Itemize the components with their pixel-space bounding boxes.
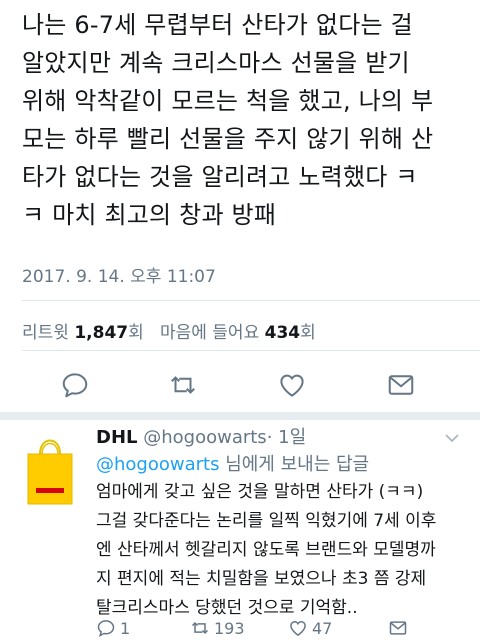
like-stat-label: 마음에 들어요	[159, 323, 260, 343]
reply-like-count: 47	[312, 618, 333, 638]
reply-retweet-count: 193	[214, 618, 245, 638]
reply-author-handle[interactable]: @hogoowarts	[143, 427, 266, 448]
share-icon	[389, 621, 407, 635]
tweet-action-bar	[0, 366, 480, 406]
section-divider	[0, 412, 480, 420]
like-stat-count: 434	[264, 323, 301, 343]
reply-header: DHL @hogoowarts· 1일	[96, 425, 306, 451]
reply-action-bar: 1 193 47	[96, 616, 476, 640]
retweet-stat-unit: 회	[128, 323, 144, 343]
divider	[22, 350, 480, 351]
like-icon[interactable]	[277, 370, 307, 400]
reply-icon	[97, 620, 115, 637]
reply-like-button[interactable]: 47	[288, 616, 332, 640]
reply-reply-count: 1	[120, 618, 131, 638]
tweet-timestamp[interactable]: 2017. 9. 14. 오후 11:07	[22, 262, 216, 287]
reply-share-button[interactable]	[388, 616, 412, 640]
tweet-text: 나는 6-7세 무렵부터 산타가 없다는 걸 알았지만 계속 크리스마스 선물을…	[22, 11, 434, 229]
like-stat[interactable]: 마음에 들어요 434회	[160, 323, 316, 343]
retweet-stat-count: 1,847	[74, 323, 129, 343]
like-stat-unit: 회	[300, 323, 316, 343]
reply-time: · 1일	[266, 427, 307, 448]
replying-to-suffix: 님에게 보내는 답글	[219, 454, 370, 475]
reply-author-name[interactable]: DHL	[96, 427, 137, 448]
reply-icon[interactable]	[60, 370, 90, 400]
reply-text: 엄마에게 갖고 싶은 것을 말하면 산타가 (ㅋㅋ) 그걸 갖다준다는 논리를 …	[96, 482, 437, 618]
retweet-stat-label: 리트윗	[22, 323, 69, 343]
reply-reply-button[interactable]: 1	[96, 616, 130, 640]
dhl-bag-avatar[interactable]	[22, 428, 78, 508]
reply-retweet-button[interactable]: 193	[190, 616, 245, 640]
retweet-icon[interactable]	[168, 370, 198, 400]
like-icon	[290, 620, 306, 636]
chevron-down-icon[interactable]	[444, 432, 460, 444]
replying-to-mention[interactable]: @hogoowarts	[96, 454, 219, 475]
share-icon[interactable]	[386, 370, 416, 400]
tweet-stats: 리트윗 1,847회 마음에 들어요 434회	[22, 318, 316, 343]
retweet-icon	[191, 621, 209, 635]
divider	[22, 300, 480, 301]
retweet-stat[interactable]: 리트윗 1,847회	[22, 323, 144, 343]
replying-to: @hogoowarts 님에게 보내는 답글	[96, 452, 369, 478]
